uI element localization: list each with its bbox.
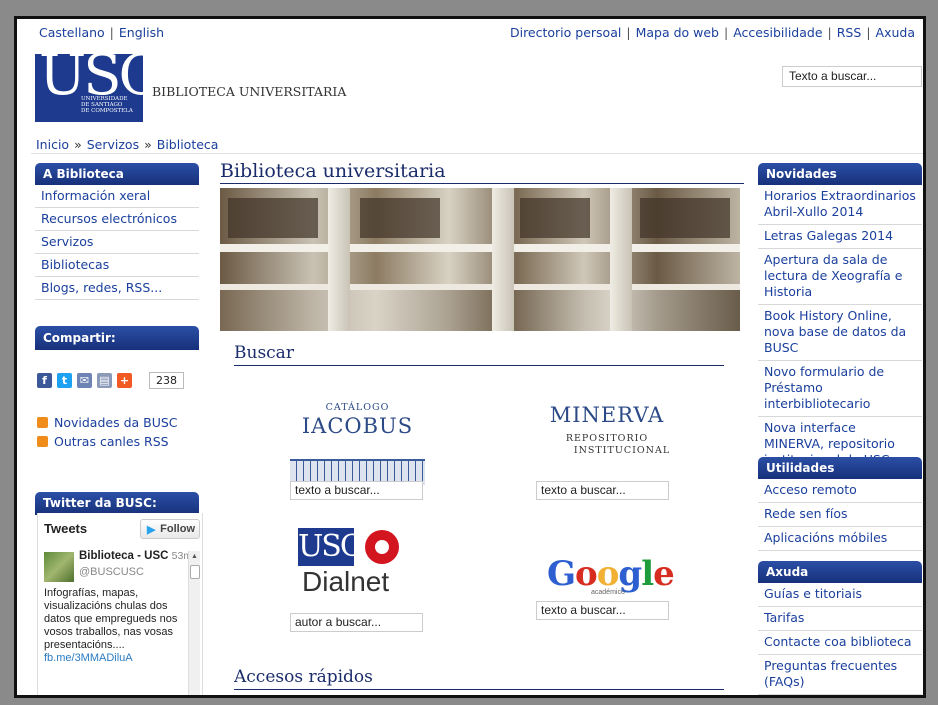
help-item[interactable]: Preguntas frecuentes (FAQs) [758,655,922,695]
tweet-author[interactable]: Biblioteca - USC 53m [79,550,192,562]
directorio-link[interactable]: Directorio persoal [510,25,621,40]
axuda-link[interactable]: Axuda [876,25,915,40]
help-item[interactable]: Guías e titoriais [758,583,922,607]
dialnet-search-input[interactable]: autor a buscar... [290,613,423,632]
twitter-icon[interactable]: t [57,373,72,388]
scroll-thumb[interactable] [190,565,200,579]
rss-outras[interactable]: Outras canles RSS [37,434,169,449]
utilidades-list: Acceso remoto Rede sen fíos Aplicacións … [758,479,922,551]
twitter-bird-icon: ▶ [147,524,156,536]
google-search-input[interactable]: texto a buscar... [536,601,669,620]
rss-icon [37,417,48,428]
library-photo [220,188,740,331]
breadcrumb-biblioteca[interactable]: Biblioteca [157,137,219,152]
logo-university-name: UNIVERSIDADE DE SANTIAGO DE COMPOSTELA [81,96,133,115]
news-item[interactable]: Letras Galegas 2014 [758,225,922,249]
util-item[interactable]: Rede sen fíos [758,503,922,527]
rss-novidades[interactable]: Novidades da BUSC [37,415,178,430]
tweet-handle[interactable]: @BUSCUSC [79,566,144,578]
axuda-list: Guías e titoriais Tarifas Contacte coa b… [758,583,922,695]
rss-link[interactable]: RSS [837,25,862,40]
compartir-header: Compartir: [35,326,199,350]
menu-item-servizos[interactable]: Servizos [35,231,199,254]
biblioteca-menu-header: A Biblioteca [35,163,199,185]
twitter-widget: Tweets ▶ Follow Biblioteca - USC 53m @BUS… [37,513,203,695]
menu-item-recursos[interactable]: Recursos electrónicos [35,208,199,231]
lang-english-link[interactable]: English [119,25,164,40]
plus-icon[interactable]: + [117,373,132,388]
breadcrumb-inicio[interactable]: Inicio [36,137,69,152]
follow-button[interactable]: ▶ Follow [140,519,200,539]
share-count: 238 [149,372,184,389]
print-icon[interactable]: ▤ [97,373,112,388]
facebook-icon[interactable]: f [37,373,52,388]
accesos-heading: Accesos rápidos [234,667,724,690]
google-scholar-logo[interactable]: Google académico [547,554,675,599]
news-item[interactable]: Horarios Extraordinarios Abril-Xullo 201… [758,185,922,225]
scroll-up-icon[interactable]: ▲ [191,553,198,560]
site-name: BIBLIOTECA UNIVERSITARIA [152,84,347,99]
rss-icon [37,436,48,447]
mapa-web-link[interactable]: Mapa do web [636,25,719,40]
breadcrumb-servizos[interactable]: Servizos [87,137,139,152]
email-icon[interactable]: ✉ [77,373,92,388]
search-input[interactable]: Texto a buscar... [782,66,922,87]
menu-item-informacion[interactable]: Información xeral [35,185,199,208]
iacobus-search-input[interactable]: texto a buscar... [290,481,423,500]
lang-castellano-link[interactable]: Castellano [39,25,105,40]
biblioteca-menu: Información xeral Recursos electrónicos … [35,185,199,300]
news-item[interactable]: Novo formulario de Préstamo interbibliot… [758,361,922,417]
iacobus-logo[interactable]: CATÁLOGO IACOBUS [287,400,428,485]
news-item[interactable]: Apertura da sala de lectura de Xeografía… [758,249,922,305]
utilidades-header: Utilidades [758,457,922,479]
help-item[interactable]: Tarifas [758,607,922,631]
tweet-scrollbar[interactable]: ▲ [188,551,200,695]
help-item[interactable]: Contacte coa biblioteca [758,631,922,655]
divider [31,153,923,154]
page-title: Biblioteca universitaria [220,160,744,184]
language-links: Castellano | English [39,25,165,40]
buscar-heading: Buscar [234,343,724,366]
tweet-text: Infografías, mapas, visualizacións chula… [44,587,178,664]
menu-item-blogs[interactable]: Blogs, redes, RSS... [35,277,199,300]
dialnet-logo[interactable]: USC Dialnet [298,528,418,608]
utility-links: Directorio persoal | Mapa do web | Accesibil… [509,25,915,40]
breadcrumb: Inicio» Servizos» Biblioteca [36,137,219,152]
minerva-logo[interactable]: MINERVA REPOSITORIO INSTITUCIONAL [539,403,675,469]
menu-item-bibliotecas[interactable]: Bibliotecas [35,254,199,277]
minerva-search-input[interactable]: texto a buscar... [536,481,669,500]
dialnet-ring-icon [365,530,399,564]
twitter-header: Twitter da BUSC: [35,492,199,515]
news-item[interactable]: Book History Online, nova base de datos … [758,305,922,361]
usc-logo[interactable]: USC UNIVERSIDADE DE SANTIAGO DE COMPOSTE… [35,48,161,122]
util-item[interactable]: Aplicacións móbiles [758,527,922,551]
tweets-label: Tweets [44,521,88,536]
util-item[interactable]: Acceso remoto [758,479,922,503]
novidades-list: Horarios Extraordinarios Abril-Xullo 201… [758,185,922,473]
tweet-link[interactable]: fb.me/3MMADiluA [44,652,133,664]
axuda-header: Axuda [758,561,922,583]
browser-page: Castellano | English Directorio persoal | Ma… [14,16,926,698]
novidades-header: Novidades [758,163,922,185]
avatar[interactable] [44,552,74,582]
accesibilidade-link[interactable]: Accesibilidade [733,25,822,40]
